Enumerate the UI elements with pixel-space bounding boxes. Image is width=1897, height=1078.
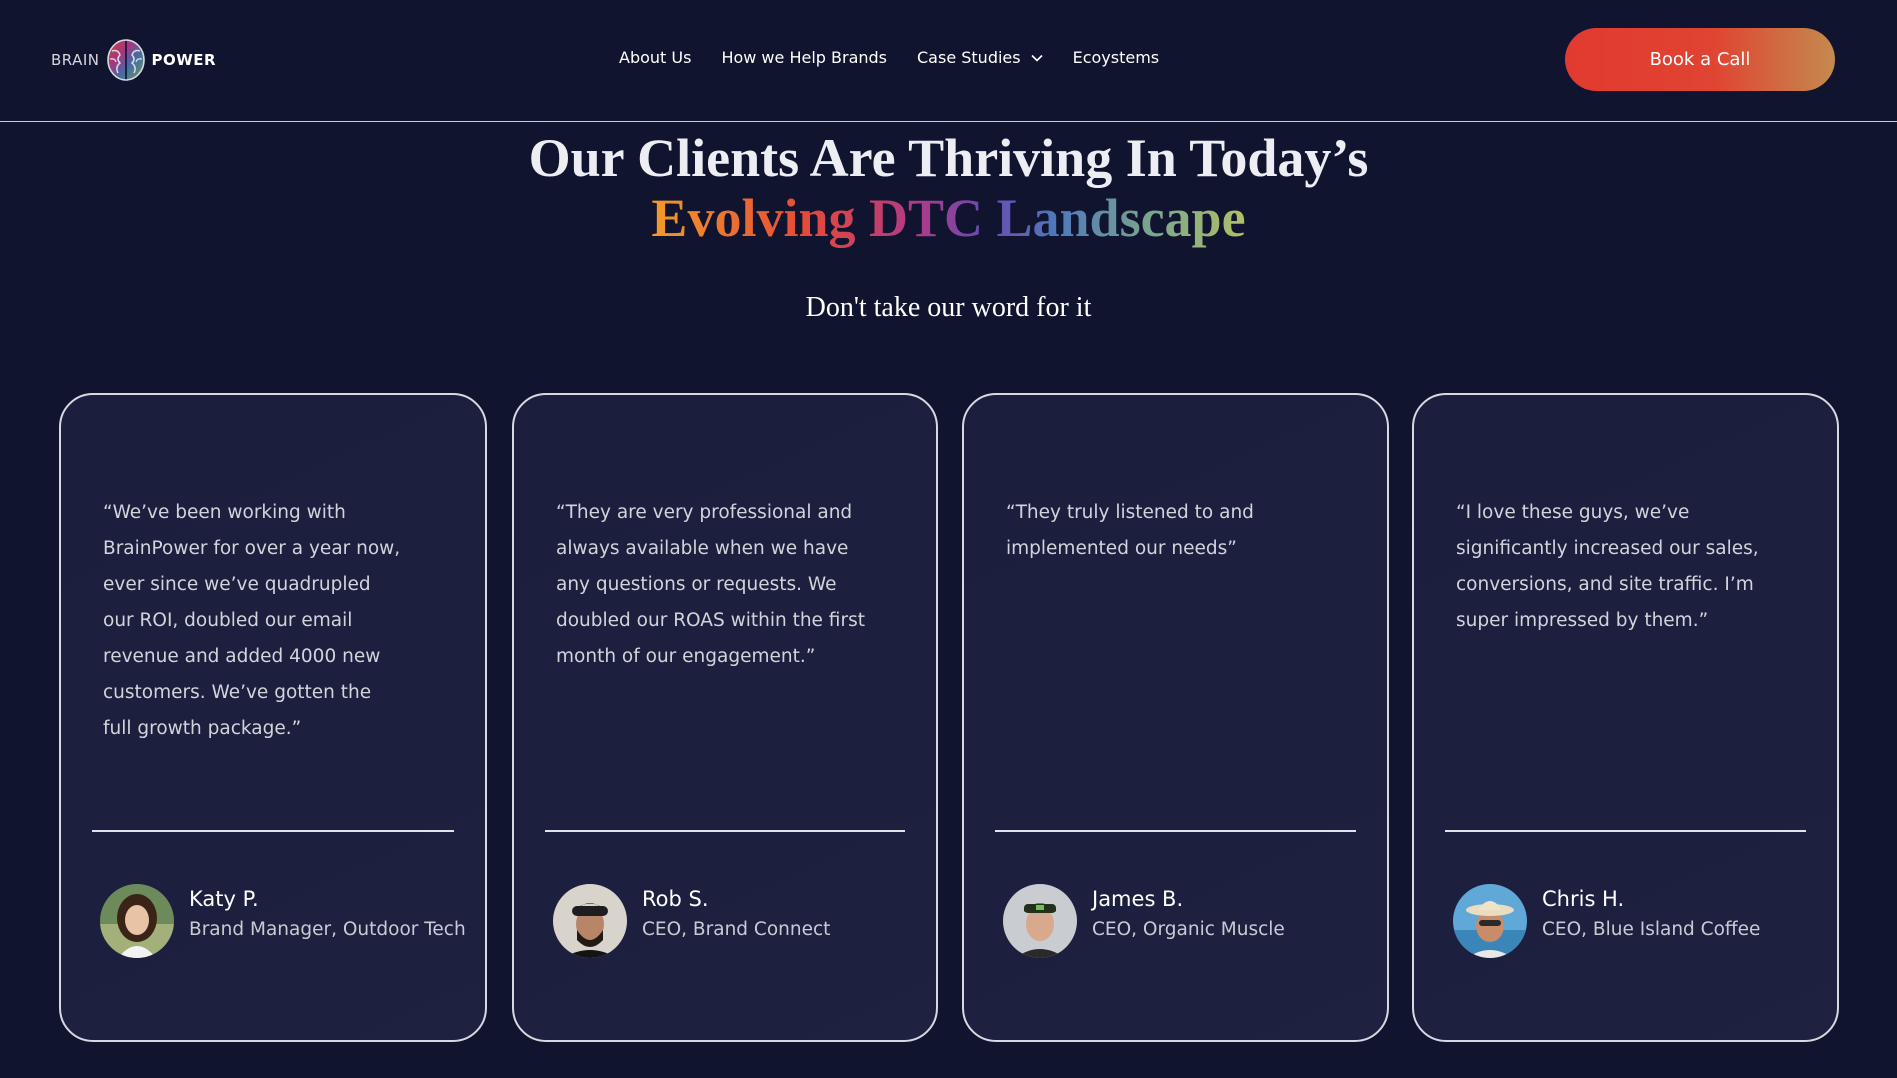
nav-about-us[interactable]: About Us (619, 48, 691, 67)
chevron-down-icon (1031, 54, 1043, 62)
hero-heading: Our Clients Are Thriving In Today’s Evol… (0, 128, 1897, 248)
person-name: Rob S. (642, 887, 709, 911)
person-role: CEO, Organic Muscle (1092, 919, 1285, 940)
testimonial-quote: “We’ve been working with BrainPower for … (103, 502, 401, 739)
testimonial-quote: “I love these guys, we’ve significantly … (1456, 502, 1759, 631)
testimonial-quote: “They truly listened to and implemented … (1006, 502, 1254, 559)
nav-case-studies[interactable]: Case Studies (917, 48, 1043, 67)
nav-how-we-help-brands[interactable]: How we Help Brands (721, 48, 887, 67)
card-divider (92, 830, 454, 832)
nav-ecosystems[interactable]: Ecoystems (1073, 48, 1160, 67)
person-name: James B. (1092, 887, 1184, 911)
testimonial-quote: “They are very professional and always a… (556, 502, 865, 667)
brainpower-logo[interactable]: BRAIN POWER (51, 36, 216, 84)
hero-title-line-2: Evolving DTC Landscape (651, 188, 1246, 248)
logo-word-power: POWER (151, 51, 217, 69)
person-role: CEO, Blue Island Coffee (1542, 919, 1761, 940)
nav-case-studies-label: Case Studies (917, 48, 1021, 67)
testimonial-card: “I love these guys, we’ve significantly … (1412, 393, 1839, 1042)
person-name: Chris H. (1542, 887, 1625, 911)
person-name: Katy P. (189, 887, 259, 911)
person-role: CEO, Brand Connect (642, 919, 831, 940)
main-nav: About Us How we Help Brands Case Studies… (619, 48, 1159, 67)
page-subtitle: Don't take our word for it (805, 292, 1092, 323)
card-divider (1445, 830, 1806, 832)
testimonial-card: “We’ve been working with BrainPower for … (59, 393, 487, 1042)
avatar (100, 884, 174, 958)
logo-word-brain: BRAIN (51, 51, 100, 69)
card-divider (995, 830, 1356, 832)
hero-title-line-1: Our Clients Are Thriving In Today’s (528, 128, 1369, 188)
testimonial-card: “They are very professional and always a… (512, 393, 938, 1042)
brain-logo-icon (106, 39, 145, 81)
avatar (553, 884, 627, 958)
person-role: Brand Manager, Outdoor Tech (189, 919, 466, 940)
testimonial-card: “They truly listened to and implemented … (962, 393, 1389, 1042)
card-divider (545, 830, 905, 832)
book-a-call-button[interactable]: Book a Call (1565, 28, 1835, 91)
avatar (1003, 884, 1077, 958)
avatar (1453, 884, 1527, 958)
site-header: BRAIN POWER About Us How we Help Brands (0, 0, 1897, 122)
